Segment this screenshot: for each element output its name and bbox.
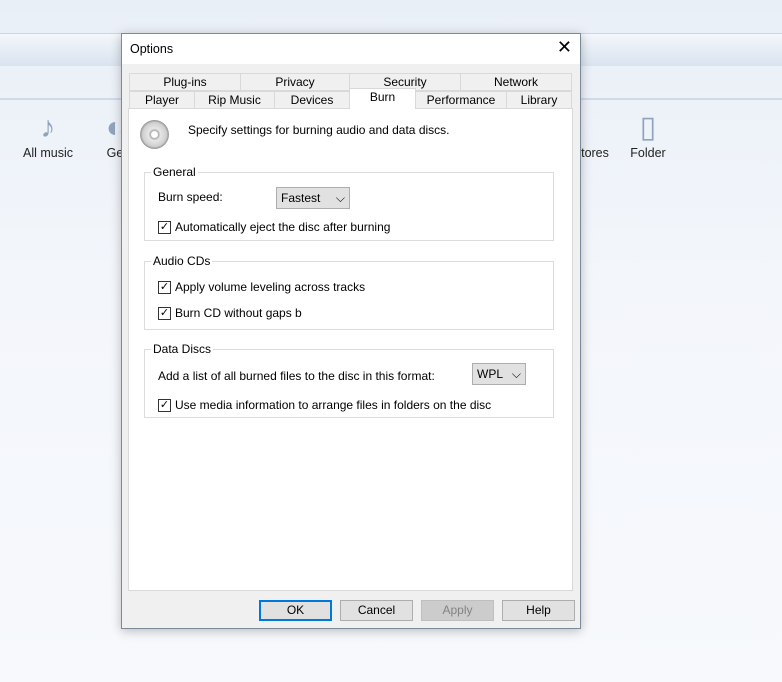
tab-devices[interactable]: Devices [274,91,350,109]
volume-leveling-label: Apply volume leveling across tracks [175,280,366,294]
volume-leveling-checkbox[interactable]: ✓ Apply volume leveling across tracks [158,280,365,294]
burn-speed-label: Burn speed: [158,190,223,204]
description: Specify settings for burning audio and d… [188,123,450,137]
checkbox-box: ✓ [158,220,171,234]
burn-speed-select[interactable]: Fastest ⌵ [276,187,350,209]
cancel-button[interactable]: Cancel [340,600,413,621]
data-discs-label: Data Discs [151,342,214,356]
tab-player[interactable]: Player [129,91,195,109]
close-icon[interactable]: ✕ [557,37,572,58]
auto-eject-label: Automatically eject the disc after burni… [175,220,391,234]
tab-privacy[interactable]: Privacy [240,73,350,91]
tab-rip-music[interactable]: Rip Music [194,91,275,109]
checkbox-box: ✓ [158,398,171,412]
format-label: Add a list of all burned files to the di… [158,369,435,383]
general-group: General Burn speed: Fastest ⌵ ✓ Automatica… [144,165,554,241]
folder-music-icon: ▯ [639,111,657,144]
data-discs-group: Data Discs Add a list of all burned file… [144,342,554,418]
library-item-all-music[interactable]: ♪ All music [20,110,76,160]
checkbox-box: ✓ [158,306,171,320]
tab-plug-ins[interactable]: Plug-ins [129,73,241,91]
general-label: General [151,165,198,179]
disc-icon [140,120,169,149]
library-item-folder[interactable]: ▯ Folder [628,110,668,160]
format-value: WPL [477,367,504,381]
chevron-down-icon: ⌵ [511,367,521,381]
stores-icon [578,110,612,146]
title-bar: Options ✕ [122,34,580,64]
audio-cds-label: Audio CDs [151,254,213,268]
no-gaps-label: Burn CD without gaps b [175,306,302,320]
ok-button[interactable]: OK [259,600,332,621]
apply-button[interactable]: Apply [421,600,494,621]
auto-eject-checkbox[interactable]: ✓ Automatically eject the disc after burn… [158,220,390,234]
format-select[interactable]: WPL ⌵ [472,363,526,385]
media-info-label: Use media information to arrange files i… [175,398,492,412]
music-note-icon: ♪ [40,111,56,144]
checkbox-box: ✓ [158,280,171,294]
tab-library[interactable]: Library [506,91,572,109]
burn-speed-value: Fastest [281,191,321,205]
media-info-checkbox[interactable]: ✓ Use media information to arrange files … [158,398,491,412]
tab-burn[interactable]: Burn [349,88,416,109]
tab-performance[interactable]: Performance [415,91,507,109]
library-item-stores[interactable]: tores [578,110,612,160]
chevron-down-icon: ⌵ [335,191,345,205]
burn-panel: Specify settings for burning audio and d… [128,108,573,591]
audio-cds-group: Audio CDs ✓ Apply volume leveling across … [144,254,554,330]
help-button[interactable]: Help [502,600,575,621]
tab-network[interactable]: Network [460,73,572,91]
no-gaps-checkbox[interactable]: ✓ Burn CD without gaps b [158,306,302,320]
dialog-title: Options [130,42,174,56]
options-dialog: Options ✕ Plug-ins Privacy Security Netw… [121,33,581,629]
